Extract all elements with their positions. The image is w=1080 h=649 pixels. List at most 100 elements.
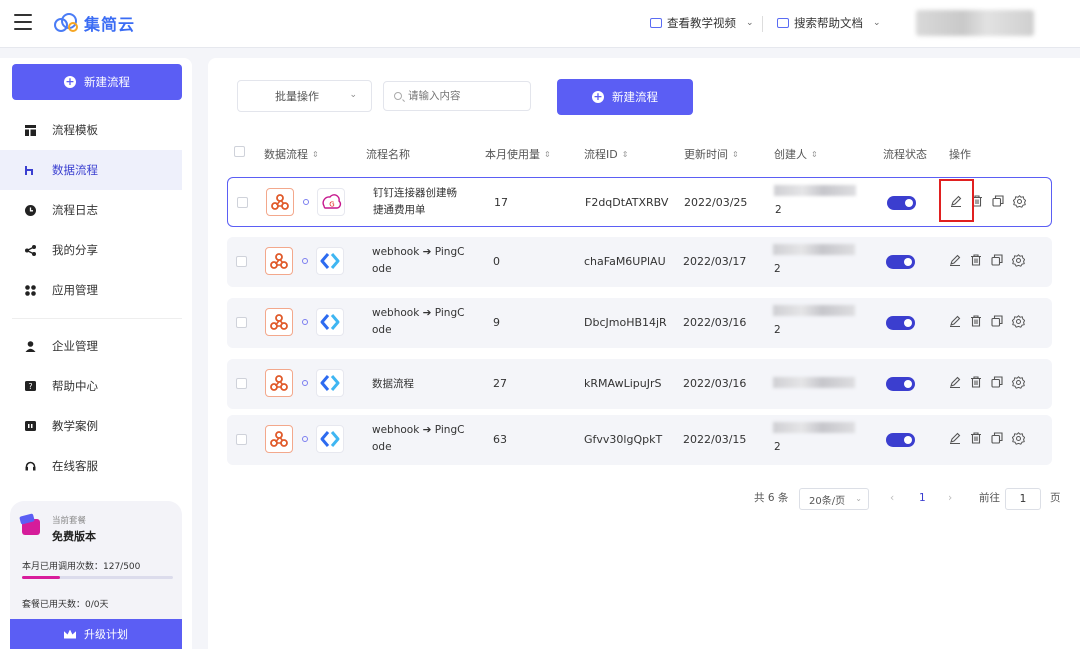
copy-icon[interactable] [990, 314, 1004, 328]
connector-dot-icon [302, 258, 308, 264]
table-row[interactable]: webhook ➔ PingC ode 9 DbcJmoHB14jR 2022/03/1… [227, 298, 1052, 348]
plan-caption: 当前套餐 [52, 516, 87, 526]
flow-name[interactable]: 钉钉连接器创建畅 捷通费用单 [373, 185, 473, 219]
copy-icon[interactable] [990, 431, 1004, 445]
page-size-select[interactable]: 20条/页 ⌄ [799, 488, 869, 510]
help-search-link[interactable]: 搜索帮助文档 ⌄ [777, 15, 881, 31]
flow-name[interactable]: webhook ➔ PingC ode [372, 244, 472, 278]
next-page-icon[interactable]: › [948, 492, 952, 504]
flow-id: DbcJmoHB14jR [584, 316, 667, 329]
sidebar-item-app-management[interactable]: 应用管理 [0, 270, 182, 310]
delete-icon[interactable] [969, 314, 983, 328]
user-icon [24, 340, 36, 352]
updated-time: 2022/03/16 [683, 377, 747, 390]
flow-status-toggle[interactable] [887, 196, 916, 210]
monthly-usage: 9 [493, 316, 500, 329]
search-box[interactable] [383, 81, 531, 111]
flow-name[interactable]: 数据流程 [372, 376, 472, 393]
search-input[interactable] [408, 90, 518, 102]
main-content: 批量操作 ⌄ + 新建流程 数据流程 ⇕ 流程名称 本月使用量 ⇕ 流程ID ⇕ 更新… [208, 58, 1080, 649]
edit-icon[interactable] [948, 431, 962, 445]
app-logo[interactable]: 集简云 [52, 11, 135, 35]
select-all-checkbox[interactable] [234, 146, 245, 157]
table-row[interactable]: webhook ➔ PingC ode 63 Gfvv30lgQpkT 2022/03/… [227, 415, 1052, 465]
top-header: 集简云 查看教学视频 ⌄ 搜索帮助文档 ⌄ [0, 0, 1080, 48]
flow-name-line2: ode [372, 441, 392, 453]
sort-icon[interactable]: ⇕ [544, 150, 551, 159]
monthly-usage: 27 [493, 377, 507, 390]
col-updated-time[interactable]: 更新时间 ⇕ [684, 146, 739, 162]
sidebar-item-data-flow[interactable]: 数据流程 [0, 150, 182, 190]
table-row[interactable]: G 钉钉连接器创建畅 捷通费用单 17 F2dqDtATXRBV 2022/03/25 2 [227, 177, 1052, 227]
header-divider [762, 16, 763, 32]
col-data-flow[interactable]: 数据流程 ⇕ [264, 146, 319, 162]
sidebar-new-flow-button[interactable]: + 新建流程 [12, 64, 182, 100]
copy-icon[interactable] [991, 194, 1005, 208]
connector-dot-icon [302, 436, 308, 442]
app-name: 集简云 [84, 15, 136, 34]
settings-gear-icon[interactable] [1011, 375, 1025, 389]
sidebar-item-templates[interactable]: 流程模板 [0, 110, 182, 150]
edit-icon[interactable] [948, 375, 962, 389]
flow-name-line1: webhook ➔ PingC [372, 424, 465, 436]
table-row[interactable]: 数据流程 27 kRMAwLipuJrS 2022/03/16 [227, 359, 1052, 409]
row-checkbox[interactable] [237, 197, 248, 208]
updated-time: 2022/03/15 [683, 433, 747, 446]
flow-id: Gfvv30lgQpkT [584, 433, 663, 446]
flow-status-toggle[interactable] [886, 433, 915, 447]
prev-page-icon[interactable]: ‹ [890, 492, 894, 504]
tutorial-video-link[interactable]: 查看教学视频 ⌄ [650, 15, 754, 31]
row-checkbox[interactable] [236, 317, 247, 328]
table-row[interactable]: webhook ➔ PingC ode 0 chaFaM6UPlAU 2022/03/1… [227, 237, 1052, 287]
delete-icon[interactable] [969, 375, 983, 389]
flow-icon [24, 164, 36, 176]
delete-icon[interactable] [969, 431, 983, 445]
sidebar-item-enterprise[interactable]: 企业管理 [0, 326, 182, 366]
plan-usage-bar-fill [22, 576, 61, 579]
sidebar-item-online-support[interactable]: 在线客服 [0, 446, 182, 486]
edit-icon[interactable] [948, 253, 962, 267]
col-flow-id[interactable]: 流程ID ⇕ [584, 146, 628, 162]
flow-status-toggle[interactable] [886, 255, 915, 269]
row-checkbox[interactable] [236, 378, 247, 389]
sort-icon[interactable]: ⇕ [622, 150, 629, 159]
flow-name[interactable]: webhook ➔ PingC ode [372, 422, 472, 456]
batch-operations-select[interactable]: 批量操作 ⌄ [237, 80, 372, 112]
flow-status-toggle[interactable] [886, 316, 915, 330]
current-page[interactable]: 1 [919, 492, 926, 504]
sidebar-item-label: 数据流程 [52, 163, 98, 177]
edit-icon[interactable] [948, 314, 962, 328]
doc-search-icon [777, 18, 789, 28]
plus-icon: + [64, 75, 76, 88]
upgrade-plan-button[interactable]: 升级计划 [10, 619, 182, 649]
sidebar-item-flow-log[interactable]: 流程日志 [0, 190, 182, 230]
sort-icon[interactable]: ⇕ [811, 150, 818, 159]
checkbox[interactable] [234, 146, 245, 157]
menu-icon[interactable] [14, 14, 32, 30]
flow-name-line1: 钉钉连接器创建畅 [373, 187, 457, 199]
template-icon [24, 124, 36, 136]
copy-icon[interactable] [990, 375, 1004, 389]
goto-page-input[interactable]: 1 [1005, 488, 1041, 510]
settings-gear-icon[interactable] [1011, 431, 1025, 445]
sort-icon[interactable]: ⇕ [732, 150, 739, 159]
flow-status-toggle[interactable] [886, 377, 915, 391]
flow-name[interactable]: webhook ➔ PingC ode [372, 305, 472, 339]
col-creator[interactable]: 创建人 ⇕ [774, 146, 818, 162]
delete-icon[interactable] [969, 253, 983, 267]
row-checkbox[interactable] [236, 434, 247, 445]
settings-gear-icon[interactable] [1012, 194, 1026, 208]
copy-icon[interactable] [990, 253, 1004, 267]
settings-gear-icon[interactable] [1011, 253, 1025, 267]
webhook-app-icon [265, 247, 293, 275]
monthly-usage: 63 [493, 433, 507, 446]
sort-icon[interactable]: ⇕ [312, 150, 319, 159]
new-flow-button[interactable]: + 新建流程 [557, 79, 693, 115]
col-monthly-usage[interactable]: 本月使用量 ⇕ [485, 146, 551, 162]
sidebar-item-my-share[interactable]: 我的分享 [0, 230, 182, 270]
sidebar-item-tutorial-cases[interactable]: 教学案例 [0, 406, 182, 446]
row-checkbox[interactable] [236, 256, 247, 267]
settings-gear-icon[interactable] [1011, 314, 1025, 328]
sidebar-item-help-center[interactable]: ? 帮助中心 [0, 366, 182, 406]
user-account-blurred[interactable] [916, 10, 1034, 36]
